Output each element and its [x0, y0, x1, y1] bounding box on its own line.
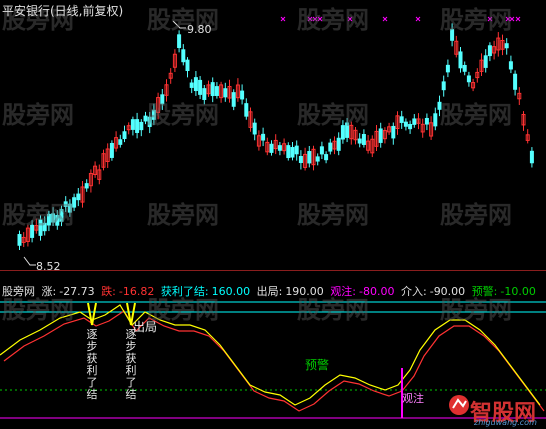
candle-body [504, 43, 509, 49]
candle-body [118, 139, 123, 145]
price-high-label: 9.80 [187, 23, 212, 36]
watermark: 股旁网 [2, 101, 74, 129]
candle-body [412, 118, 417, 125]
candle-body [210, 82, 215, 97]
signal-marker [515, 16, 521, 22]
candle-body [458, 51, 463, 69]
candle-body [76, 193, 81, 201]
candle-body [403, 121, 408, 127]
chart-title: 平安银行(日线,前复权) [2, 4, 124, 18]
guanzhu-label: 观注: [330, 285, 357, 298]
candle-body [231, 92, 236, 107]
indicator-bar: 股旁网 涨: -27.73 跌: -16.82 获利了结: 160.00 出局: 190… [2, 283, 539, 299]
yujing-label: 预警: [471, 285, 498, 298]
candle-body [399, 116, 404, 123]
candle-body [328, 142, 333, 152]
watermark: 股旁网 [440, 201, 512, 229]
candle-body [336, 137, 341, 151]
signal-marker [382, 16, 388, 22]
candle-body [357, 138, 362, 144]
logo-subtext: zhiguwang.com [474, 418, 537, 427]
candle-body [198, 79, 203, 95]
candle-body [319, 146, 324, 155]
candle-body [487, 45, 492, 57]
huoli-label: 获利了结: [160, 285, 209, 298]
candle-body [135, 119, 140, 133]
candle-body [378, 128, 383, 143]
candle-body [441, 81, 446, 91]
candle-body [361, 134, 366, 145]
candle-body [391, 125, 396, 139]
candle-body [193, 77, 198, 92]
annotation-chuju: 出局 [133, 320, 158, 334]
annotation-guanzhu: 观注 [402, 392, 424, 405]
watermark: 股旁网 [297, 6, 369, 34]
candle-body [424, 117, 429, 125]
candle-body [513, 73, 518, 90]
candle-body [508, 61, 513, 70]
candle-body [139, 121, 144, 131]
die-value: -16.82 [118, 285, 155, 298]
watermark: 股旁网 [440, 101, 512, 129]
candle-body [181, 49, 186, 63]
candle-body [277, 145, 282, 151]
candle-body [252, 122, 257, 135]
candle-body [269, 143, 274, 153]
price-low-label: 8.52 [36, 260, 61, 273]
candle-body [122, 131, 127, 140]
watermark: 股旁网 [2, 201, 74, 229]
candle-body [408, 124, 413, 130]
candle-body [298, 156, 303, 164]
candle-body [294, 145, 299, 155]
low-pointer [23, 256, 36, 266]
huoli-value: 160.00 [211, 285, 251, 298]
candle-body [445, 64, 450, 73]
annotation-yujing: 预警 [305, 358, 330, 372]
chuju-value: 190.00 [285, 285, 324, 298]
die-label: 跌: [101, 285, 116, 298]
annotation-zhubu-1-text: 逐步获利了结 [86, 328, 98, 401]
candle-body [177, 34, 182, 48]
candle-body [286, 145, 291, 159]
candle-body [185, 59, 190, 72]
candle-body [529, 150, 534, 164]
signal-marker [415, 16, 421, 22]
candle-body [189, 82, 194, 88]
yujing-value: -10.00 [500, 285, 536, 298]
candle-body [261, 133, 266, 141]
watermark: 股旁网 [297, 101, 369, 129]
watermark: 股旁网 [297, 201, 369, 229]
candle-body [462, 64, 467, 72]
annotation-zhubu-2: 逐步获利了结 [125, 329, 137, 401]
panel-divider [0, 270, 546, 271]
candle-body [324, 154, 329, 161]
chuju-label: 出局: [256, 285, 283, 298]
signal-marker [280, 16, 286, 22]
candle-body [130, 119, 135, 130]
candle-body [290, 147, 295, 158]
candle-body [466, 75, 471, 83]
candle-body [109, 142, 114, 158]
watermark: 股旁网 [440, 6, 512, 34]
annotation-zhubu-2-text: 逐步获利了结 [125, 328, 137, 401]
indicator-name: 股旁网 [2, 285, 35, 298]
candle-body [483, 55, 488, 68]
candle-body [244, 103, 249, 117]
candle-body [315, 156, 320, 162]
zhang-label: 涨: [41, 285, 57, 298]
zhang-value: -27.73 [59, 285, 95, 298]
candle-body [307, 151, 312, 164]
annotation-zhubu-1: 逐步获利了结 [86, 329, 98, 401]
jieru-label: 介入: [401, 285, 427, 298]
watermark: 股旁网 [147, 201, 219, 229]
jieru-value: -90.00 [429, 285, 466, 298]
candle-body [223, 88, 228, 98]
candle-body [17, 234, 22, 246]
guanzhu-value: -80.00 [359, 285, 395, 298]
candle-body [84, 183, 89, 189]
candle-body [433, 113, 438, 127]
logo-icon [448, 394, 470, 416]
watermark: 股旁网 [147, 101, 219, 129]
candle-body [240, 90, 245, 100]
